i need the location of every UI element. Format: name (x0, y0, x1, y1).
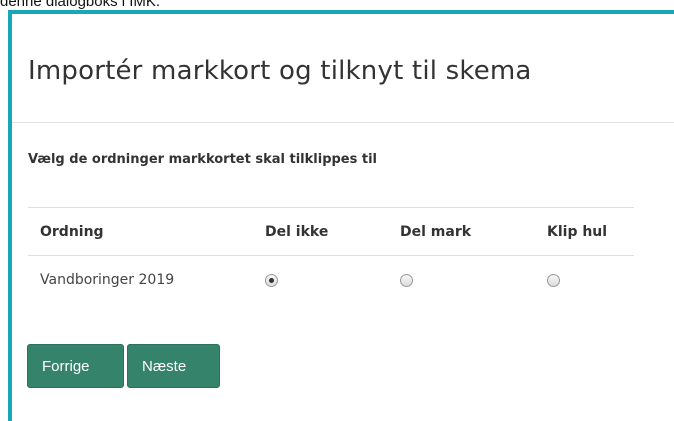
cell-del-ikke (253, 256, 388, 304)
header-ordning: Ordning (28, 207, 253, 256)
cell-del-mark (388, 256, 535, 304)
radio-klip-hul[interactable] (547, 274, 560, 288)
cell-ordning: Vandboringer 2019 (40, 271, 175, 288)
radio-del-ikke[interactable] (265, 274, 278, 288)
table-row: Vandboringer 2019 (28, 256, 634, 304)
cell-klip-hul (535, 256, 634, 304)
dialog-footer: Forrige Næste (27, 344, 223, 388)
header-del-ikke: Del ikke (253, 207, 388, 256)
scheme-table-wrapper: Ordning Del ikke Del mark Klip hul Vandb… (28, 207, 634, 304)
scheme-instruction: Vælg de ordninger markkortet skal tilkli… (28, 152, 378, 167)
dialog-title: Importér markkort og tilknyt til skema (28, 56, 532, 86)
dialog-header: Importér markkort og tilknyt til skema (12, 14, 674, 123)
header-del-mark: Del mark (388, 207, 535, 256)
back-button[interactable]: Forrige (27, 344, 124, 388)
radio-del-mark[interactable] (400, 274, 413, 288)
caption-text: denne dialogboks i IMK. (0, 0, 161, 10)
import-dialog: Importér markkort og tilknyt til skema V… (8, 10, 674, 421)
page: denne dialogboks i IMK. Importér markkor… (0, 0, 674, 421)
table-header-row: Ordning Del ikke Del mark Klip hul (28, 207, 634, 256)
next-button[interactable]: Næste (127, 344, 220, 388)
scheme-table: Ordning Del ikke Del mark Klip hul Vandb… (28, 207, 634, 304)
header-klip-hul: Klip hul (535, 207, 634, 256)
